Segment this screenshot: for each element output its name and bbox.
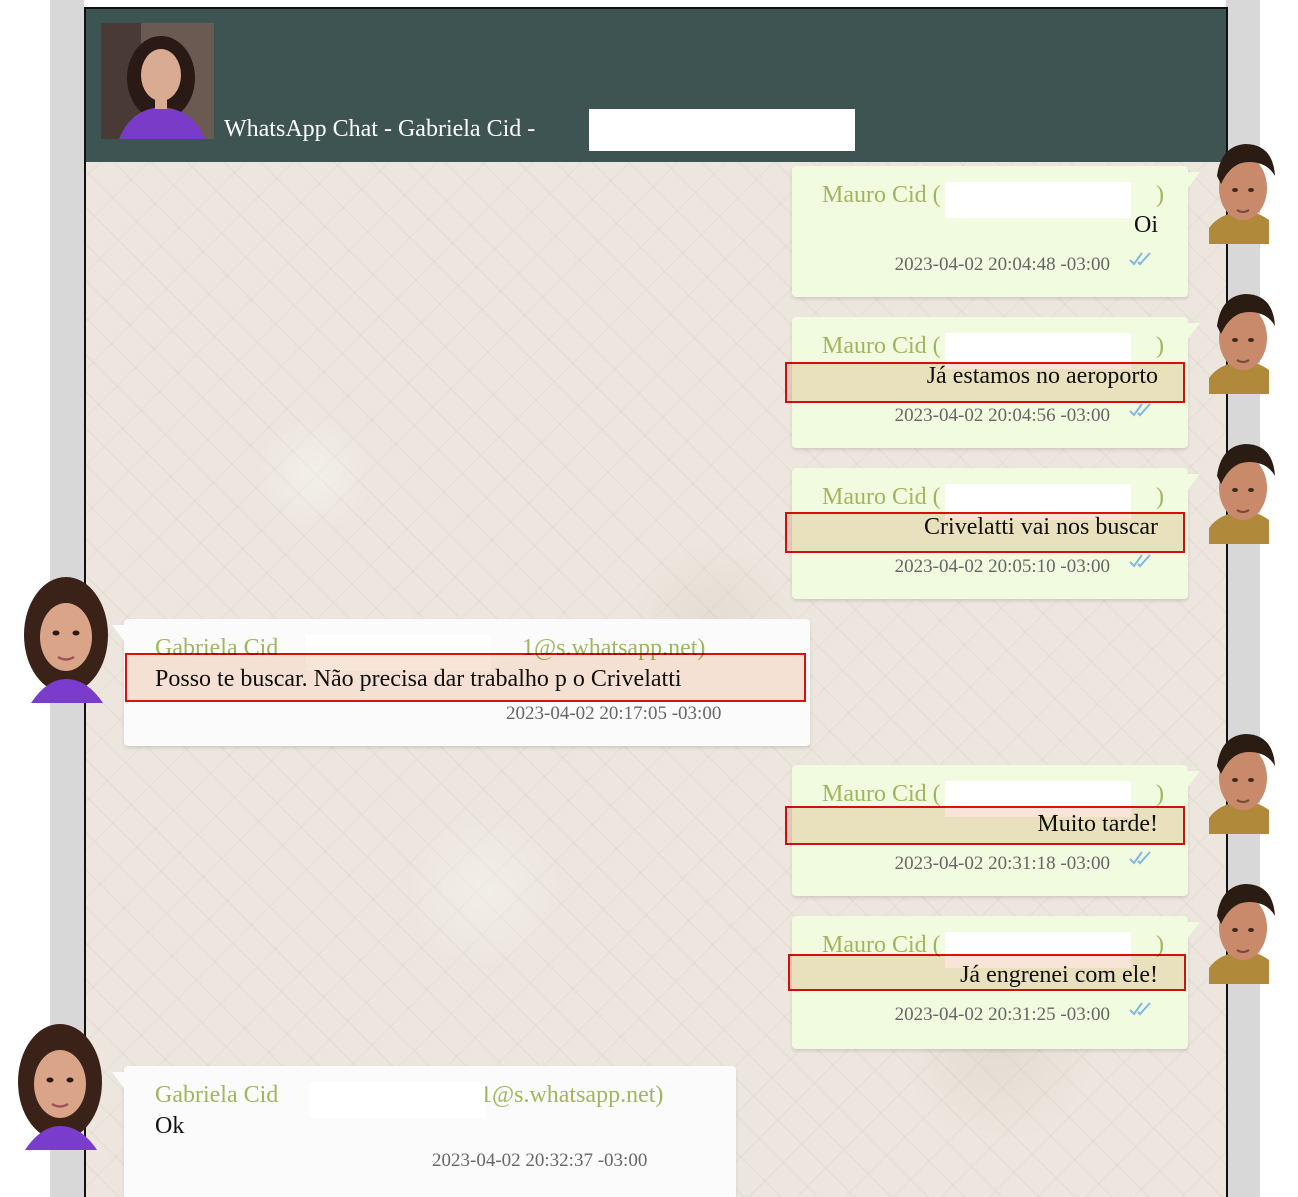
chat-header: WhatsApp Chat - Gabriela Cid - (86, 9, 1226, 162)
message-timestamp: 2023-04-02 20:32:37 -03:00 (432, 1150, 648, 1171)
highlight-box (125, 653, 806, 702)
double-check-icon (1129, 1002, 1151, 1016)
chat-title: WhatsApp Chat - Gabriela Cid - (224, 116, 536, 142)
double-check-icon (1129, 252, 1151, 266)
sender-avatar[interactable] (5, 1022, 115, 1150)
highlight-box (785, 806, 1185, 845)
contact-avatar[interactable] (101, 23, 214, 139)
highlight-box (785, 362, 1185, 403)
redaction-box (945, 182, 1131, 218)
sender-avatar[interactable] (1199, 282, 1279, 402)
sender-name: Gabriela Cid (155, 1082, 279, 1108)
screenshot-stage: WhatsApp Chat - Gabriela Cid - Mauro Cid… (0, 0, 1298, 1197)
sender-name: Mauro Cid ( (822, 781, 941, 807)
message-text: Ok (155, 1113, 185, 1139)
message-timestamp: 2023-04-02 20:04:48 -03:00 (894, 254, 1110, 275)
sender-name: Mauro Cid ( (822, 484, 941, 510)
message-timestamp: 2023-04-02 20:31:25 -03:00 (894, 1004, 1110, 1025)
message-timestamp: 2023-04-02 20:04:56 -03:00 (894, 405, 1110, 426)
message-timestamp: 2023-04-02 20:31:18 -03:00 (894, 853, 1110, 874)
sender-id-suffix: 1@s.whatsapp.net) (480, 1082, 664, 1108)
sender-avatar[interactable] (11, 575, 121, 703)
sender-id-suffix: ) (1156, 781, 1164, 807)
incoming-message-bubble[interactable]: Gabriela Cid 1@s.whatsapp.net) Ok 2023-04-0… (112, 1066, 736, 1197)
double-check-icon (1129, 554, 1151, 568)
sender-id-suffix: ) (1156, 333, 1164, 359)
redaction-box (309, 1082, 485, 1118)
sender-name: Mauro Cid ( (822, 333, 941, 359)
sender-avatar[interactable] (1199, 132, 1279, 252)
message-timestamp: 2023-04-02 20:17:05 -03:00 (506, 703, 722, 724)
highlight-box (788, 954, 1186, 991)
sender-name: Mauro Cid ( (822, 182, 941, 208)
sender-avatar[interactable] (1199, 872, 1279, 992)
double-check-icon (1129, 403, 1151, 417)
sender-id-suffix: ) (1156, 484, 1164, 510)
message-timestamp: 2023-04-02 20:05:10 -03:00 (894, 556, 1110, 577)
sender-id-suffix: ) (1156, 182, 1164, 208)
highlight-box (785, 512, 1185, 553)
sender-avatar[interactable] (1199, 432, 1279, 552)
message-text: Oi (1134, 212, 1158, 238)
outgoing-message-bubble[interactable]: Mauro Cid () Oi 2023-04-02 20:04:48 -03:00 (792, 166, 1200, 297)
chat-window: WhatsApp Chat - Gabriela Cid - Mauro Cid… (84, 7, 1228, 1197)
sender-avatar[interactable] (1199, 722, 1279, 842)
double-check-icon (1129, 851, 1151, 865)
redaction-box (589, 109, 855, 151)
